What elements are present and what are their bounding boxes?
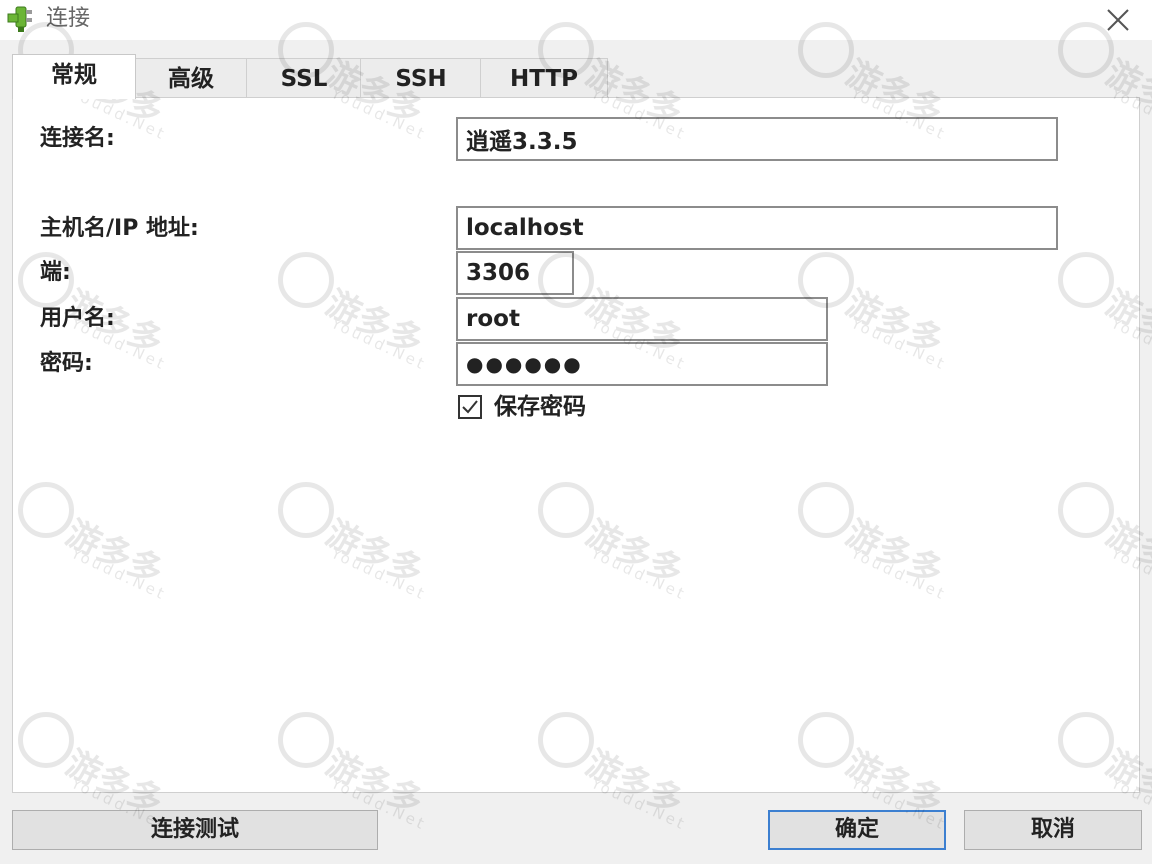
tab-general[interactable]: 常规 — [12, 54, 136, 99]
username-label: 用户名: — [40, 306, 115, 331]
port-input[interactable]: 3306 — [456, 251, 574, 295]
password-label: 密码: — [40, 351, 93, 376]
ok-button[interactable]: 确定 — [768, 810, 946, 850]
save-password-checkbox[interactable] — [458, 395, 482, 419]
close-button[interactable] — [1098, 3, 1138, 37]
host-label: 主机名/IP 地址: — [40, 216, 199, 241]
connection-plug-icon — [4, 4, 38, 34]
save-password-label[interactable]: 保存密码 — [494, 392, 586, 422]
general-settings-panel — [12, 97, 1140, 793]
test-connection-button[interactable]: 连接测试 — [12, 810, 378, 850]
cancel-button[interactable]: 取消 — [964, 810, 1142, 850]
password-input[interactable]: ●●●●●● — [456, 342, 828, 386]
host-input[interactable]: localhost — [456, 206, 1058, 250]
connection-name-input[interactable]: 逍遥3.3.5 — [456, 117, 1058, 161]
port-label: 端: — [40, 260, 71, 285]
tab-http[interactable]: HTTP — [480, 58, 608, 97]
username-input[interactable]: root — [456, 297, 828, 341]
connection-name-label: 连接名: — [40, 126, 115, 151]
checkmark-icon — [462, 400, 478, 414]
title-bar: 连接 — [0, 0, 1152, 40]
close-icon — [1107, 9, 1129, 31]
tab-advanced[interactable]: 高级 — [134, 58, 248, 97]
window-title: 连接 — [46, 6, 91, 31]
tab-ssl[interactable]: SSL — [246, 58, 362, 97]
tab-ssh[interactable]: SSH — [360, 58, 482, 97]
